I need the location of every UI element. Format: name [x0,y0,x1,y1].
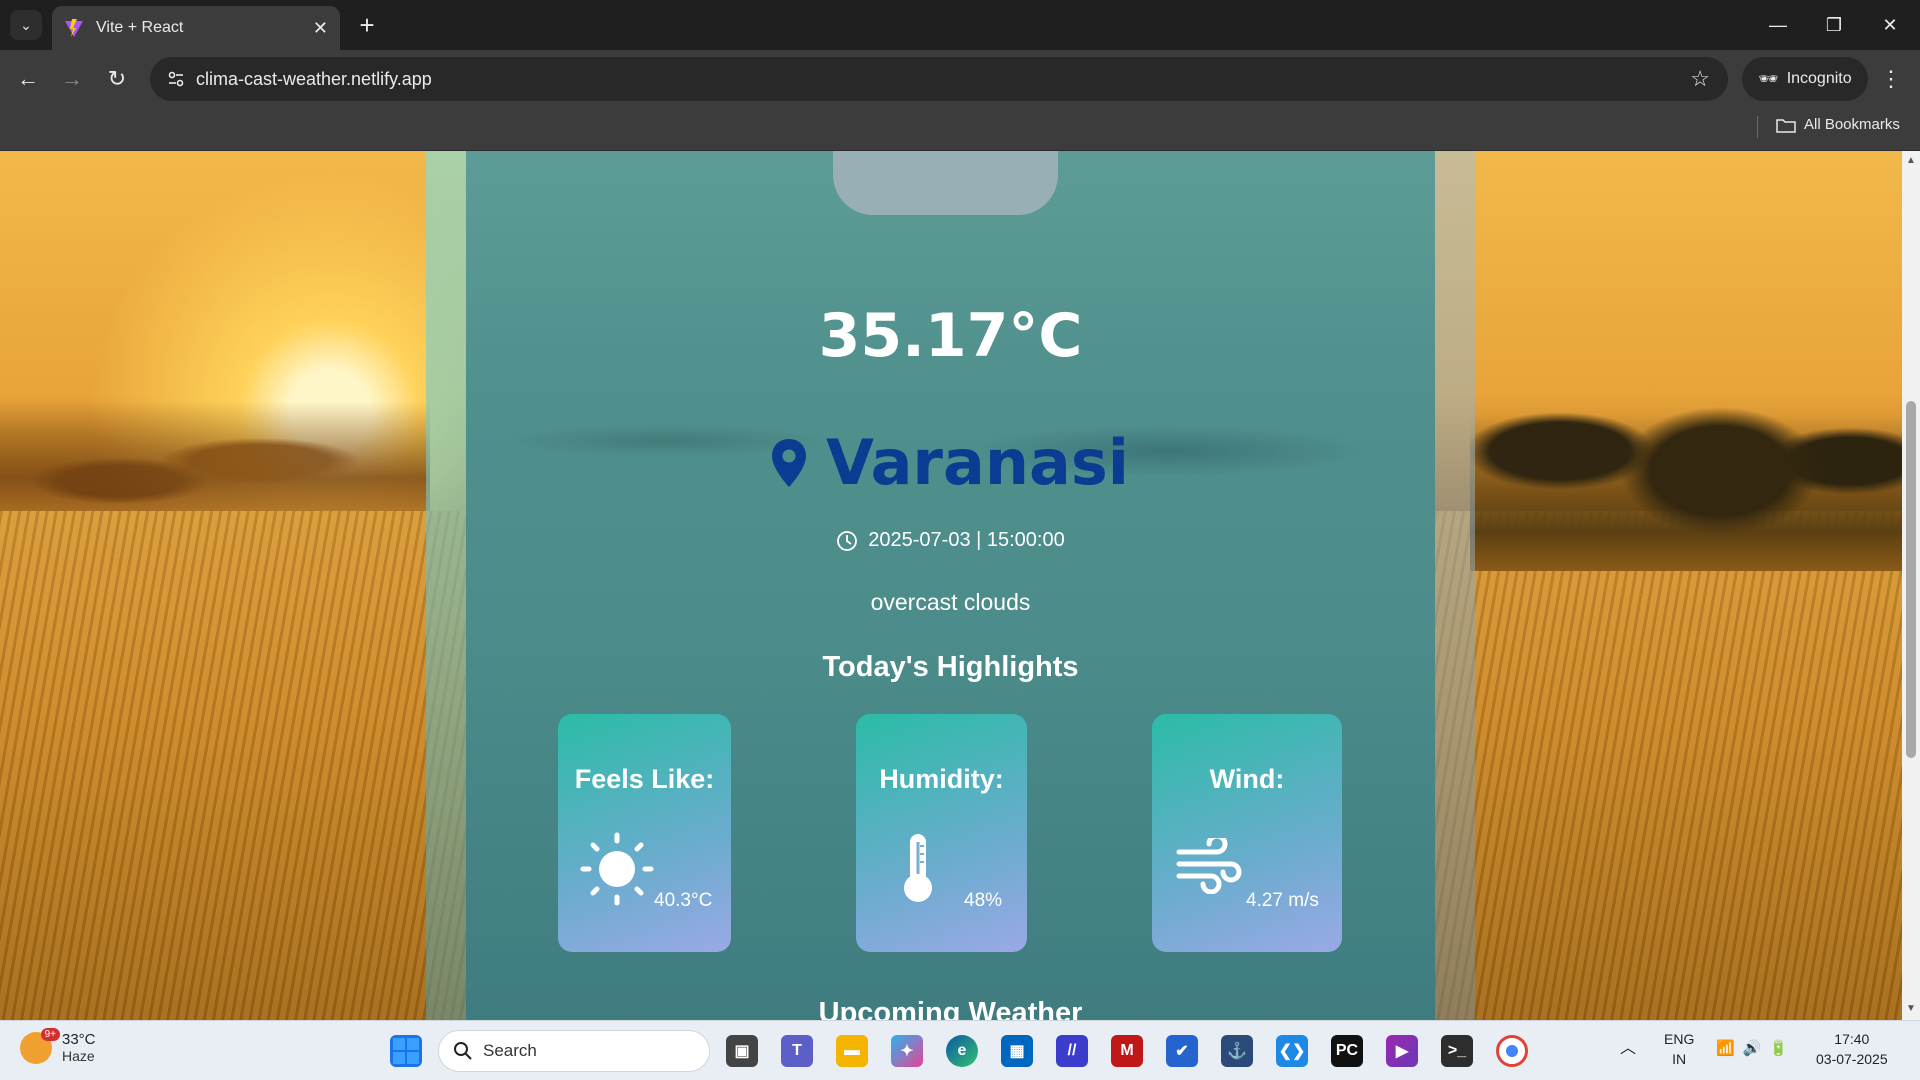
scroll-up-arrow-icon[interactable]: ▲ [1906,155,1916,166]
tab-title: Vite + React [96,19,184,36]
humidity-value: 48% [964,890,1003,911]
copilot-icon[interactable]: ✦ [891,1035,923,1067]
browser-toolbar: ← → ↻ clima-cast-weather.netlify.app ☆ 🕶… [0,50,1920,108]
windows-taskbar: 9+ 33°C Haze Search ▣ T ▬ ✦ e ▦ // M ✔ ⚓… [0,1020,1920,1080]
bookmark-star-icon[interactable]: ☆ [1690,66,1710,92]
vscode-icon[interactable]: ❮❯ [1276,1035,1308,1067]
clock-date: 03-07-2025 [1816,1051,1888,1067]
battery-icon: 🔋 [1769,1040,1789,1057]
haze-weather-icon: 9+ [20,1027,60,1064]
file-explorer-icon[interactable]: ▬ [836,1035,868,1067]
thermometer-icon [904,834,932,902]
blur-strip-right [1435,151,1475,1020]
datetime-text: 2025-07-03 | 15:00:00 [868,529,1065,551]
language-bottom: IN [1672,1051,1687,1067]
sun-icon [580,832,654,906]
feels-like-card: Feels Like: 40.3°C [558,714,731,952]
weather-condition-icon [833,151,1058,215]
wifi-icon: 📶 [1716,1040,1735,1057]
wind-label: Wind: [1209,764,1285,794]
terminal-icon[interactable]: >_ [1441,1035,1473,1067]
city-heading: Varanasi [466,426,1435,499]
clipchamp-icon[interactable]: ▶ [1386,1035,1418,1067]
language-top: ENG [1664,1031,1695,1047]
browser-tab[interactable]: Vite + React ✕ [52,6,340,50]
scrollbar-thumb[interactable] [1906,401,1916,758]
scroll-down-arrow-icon[interactable]: ▼ [1906,1003,1916,1014]
store-icon[interactable]: ▦ [1001,1035,1033,1067]
background-trees-right [1470,311,1902,571]
taskbar-weather-widget[interactable]: 9+ 33°C Haze [20,1027,96,1064]
feels-like-label: Feels Like: [574,764,715,794]
restore-button[interactable]: ❐ [1806,0,1862,50]
new-tab-button[interactable]: + [352,10,382,40]
bookmarks-bar: All Bookmarks [0,108,1920,151]
humidity-label: Humidity: [879,764,1004,794]
task-view-icon[interactable]: ▣ [726,1035,758,1067]
volume-icon: 🔊 [1742,1040,1762,1057]
mcafee-icon[interactable]: M [1111,1035,1143,1067]
current-temperature: 35.17°C [818,301,1083,371]
todo-icon[interactable]: ✔ [1166,1035,1198,1067]
language-indicator[interactable]: ENG IN [1664,1029,1694,1069]
address-bar[interactable]: clima-cast-weather.netlify.app ☆ [150,57,1728,101]
minimize-button[interactable]: — [1750,0,1806,50]
forward-arrow-icon[interactable]: → [56,63,88,95]
background-trees-left [0,401,430,511]
location-pin-icon [772,438,806,487]
search-placeholder: Search [483,1041,537,1060]
clock-icon [837,530,858,551]
app-icon[interactable]: // [1056,1035,1088,1067]
weather-card: 35.17°C Varanasi 2025-07-03 | 15:00:00 o… [466,151,1435,1020]
all-bookmarks-label: All Bookmarks [1804,116,1900,133]
back-arrow-icon[interactable]: ← [12,63,44,95]
browser-menu-icon[interactable]: ⋮ [1880,66,1902,92]
taskbar-weather-desc: Haze [62,1048,95,1064]
search-icon [454,1042,472,1060]
close-window-button[interactable]: ✕ [1862,0,1918,50]
wind-value: 4.27 m/s [1246,890,1319,911]
city-name: Varanasi [826,426,1129,499]
blur-strip-left [426,151,466,1020]
humidity-card: Humidity: 48% [856,714,1027,952]
browser-tab-strip: ⌄ Vite + React ✕ + — ❐ ✕ [0,0,1920,50]
edge-icon[interactable]: e [946,1035,978,1067]
weather-condition-text: overcast clouds [870,589,1031,615]
upcoming-weather-title: Upcoming Weather [818,997,1083,1020]
incognito-icon: 🕶 [1758,71,1779,88]
tab-search-button[interactable]: ⌄ [10,10,42,40]
wind-card: Wind: 4.27 m/s [1152,714,1342,952]
incognito-label: Incognito [1786,70,1852,87]
close-tab-icon[interactable]: ✕ [313,18,328,39]
folder-icon [1776,118,1796,133]
url-text: clima-cast-weather.netlify.app [196,68,432,89]
bookmarks-separator [1757,116,1758,138]
highlights-title: Today's Highlights [822,651,1079,683]
teams-icon[interactable]: T [781,1035,813,1067]
show-hidden-icons-chevron-icon[interactable]: ︿ [1620,1039,1636,1059]
site-info-icon[interactable] [156,69,196,89]
system-tray-icons[interactable]: 📶 🔊 🔋 [1716,1039,1788,1059]
vite-favicon-icon [65,19,83,37]
windows-start-icon[interactable] [390,1035,422,1067]
reload-icon[interactable]: ↻ [101,63,133,95]
taskbar-search-box[interactable]: Search [438,1030,710,1072]
chrome-icon[interactable] [1496,1035,1528,1067]
page-scrollbar[interactable]: ▲ ▼ [1902,151,1920,1020]
feels-like-value: 40.3°C [654,890,713,911]
clock-time: 17:40 [1834,1031,1870,1047]
wind-icon [1176,838,1242,894]
taskbar-weather-temp: 33°C [62,1031,96,1048]
notification-badge: 9+ [40,1027,60,1041]
datetime-row: 2025-07-03 | 15:00:00 [466,529,1435,552]
clock[interactable]: 17:40 03-07-2025 [1816,1029,1888,1069]
all-bookmarks-button[interactable]: All Bookmarks [1776,116,1900,133]
mysql-icon[interactable]: ⚓ [1221,1035,1253,1067]
page-viewport: 35.17°C Varanasi 2025-07-03 | 15:00:00 o… [0,151,1902,1020]
incognito-indicator[interactable]: 🕶 Incognito [1742,57,1868,101]
pycharm-icon[interactable]: PC [1331,1035,1363,1067]
